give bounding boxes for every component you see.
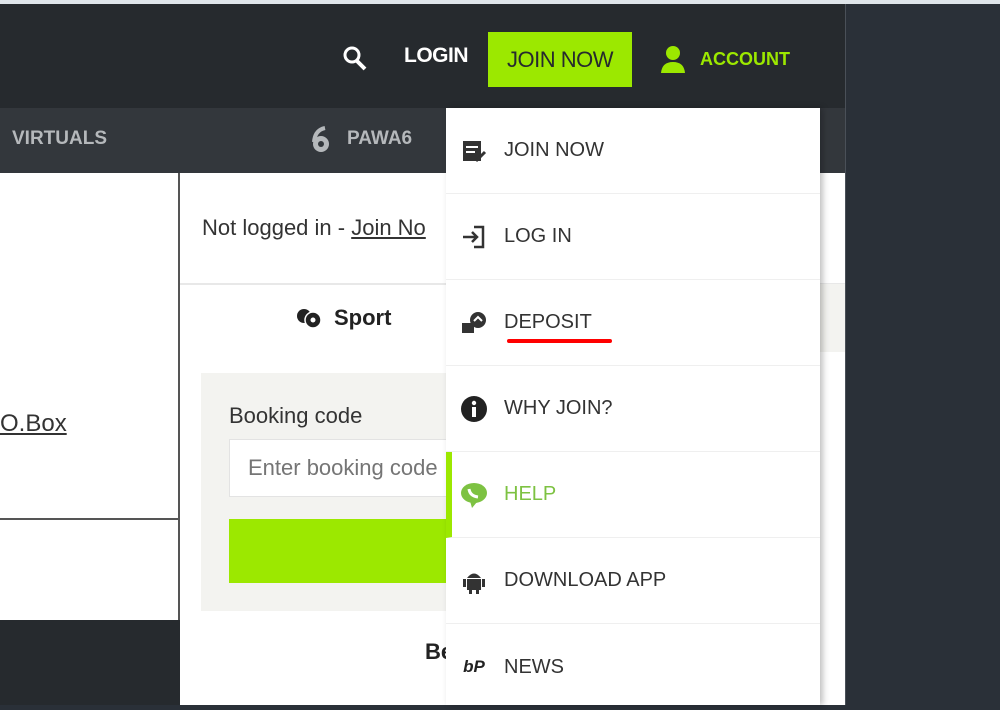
annotation-underline [507,339,612,343]
deposit-icon [462,311,486,333]
phone-chat-icon [461,482,487,508]
tab-sport[interactable]: Sport [296,305,391,331]
menu-item-log-in[interactable]: LOG IN [446,194,820,280]
search-icon[interactable] [342,44,368,72]
account-label: ACCOUNT [700,48,790,69]
site-header: LOGIN JOIN NOW ACCOUNT [0,4,845,108]
tab-inactive-bg [820,284,845,352]
menu-item-why-join[interactable]: WHY JOIN? [446,366,820,452]
menu-item-news[interactable]: bP NEWS [446,624,820,710]
left-footer [0,620,180,705]
join-now-button[interactable]: JOIN NOW [488,32,632,87]
menu-item-label: WHY JOIN? [504,397,613,419]
status-text: Not logged in - [202,215,352,240]
nav-pawa6[interactable]: PAWA6 [347,128,412,150]
left-panel-lower [0,520,180,620]
menu-item-label: DOWNLOAD APP [504,569,667,591]
page-background-right [845,4,1000,705]
menu-item-label: NEWS [504,655,564,678]
sport-balls-icon [297,309,322,329]
login-status: Not logged in - Join No [202,215,426,241]
info-icon [461,395,487,422]
booking-code-label: Booking code [229,403,363,428]
user-icon [661,46,685,73]
account-menu-button[interactable]: ACCOUNT [660,44,790,74]
bp-logo-icon: bP [463,657,485,676]
menu-item-deposit[interactable]: DEPOSIT [446,280,820,366]
nav-virtuals[interactable]: VIRTUALS [12,128,107,150]
menu-item-label: JOIN NOW [504,139,604,161]
join-now-link[interactable]: Join No [351,215,426,240]
menu-item-help[interactable]: HELP [446,452,820,538]
account-dropdown-menu: JOIN NOW LOG IN DEPOSIT WHY JOIN? HELP D… [446,108,820,705]
sport-tab-label: Sport [334,305,392,330]
menu-item-download-app[interactable]: DOWNLOAD APP [446,538,820,624]
android-icon [463,573,485,594]
pobox-link[interactable]: O.Box [0,410,67,438]
menu-item-label: LOG IN [504,225,572,247]
left-panel: O.Box [0,173,180,520]
menu-item-label: HELP [504,483,557,505]
login-icon [463,225,485,248]
pawa6-icon [312,126,329,152]
register-icon [463,140,487,162]
login-link[interactable]: LOGIN [404,44,469,68]
menu-item-join-now[interactable]: JOIN NOW [446,108,820,194]
menu-item-label: DEPOSIT [504,311,592,333]
